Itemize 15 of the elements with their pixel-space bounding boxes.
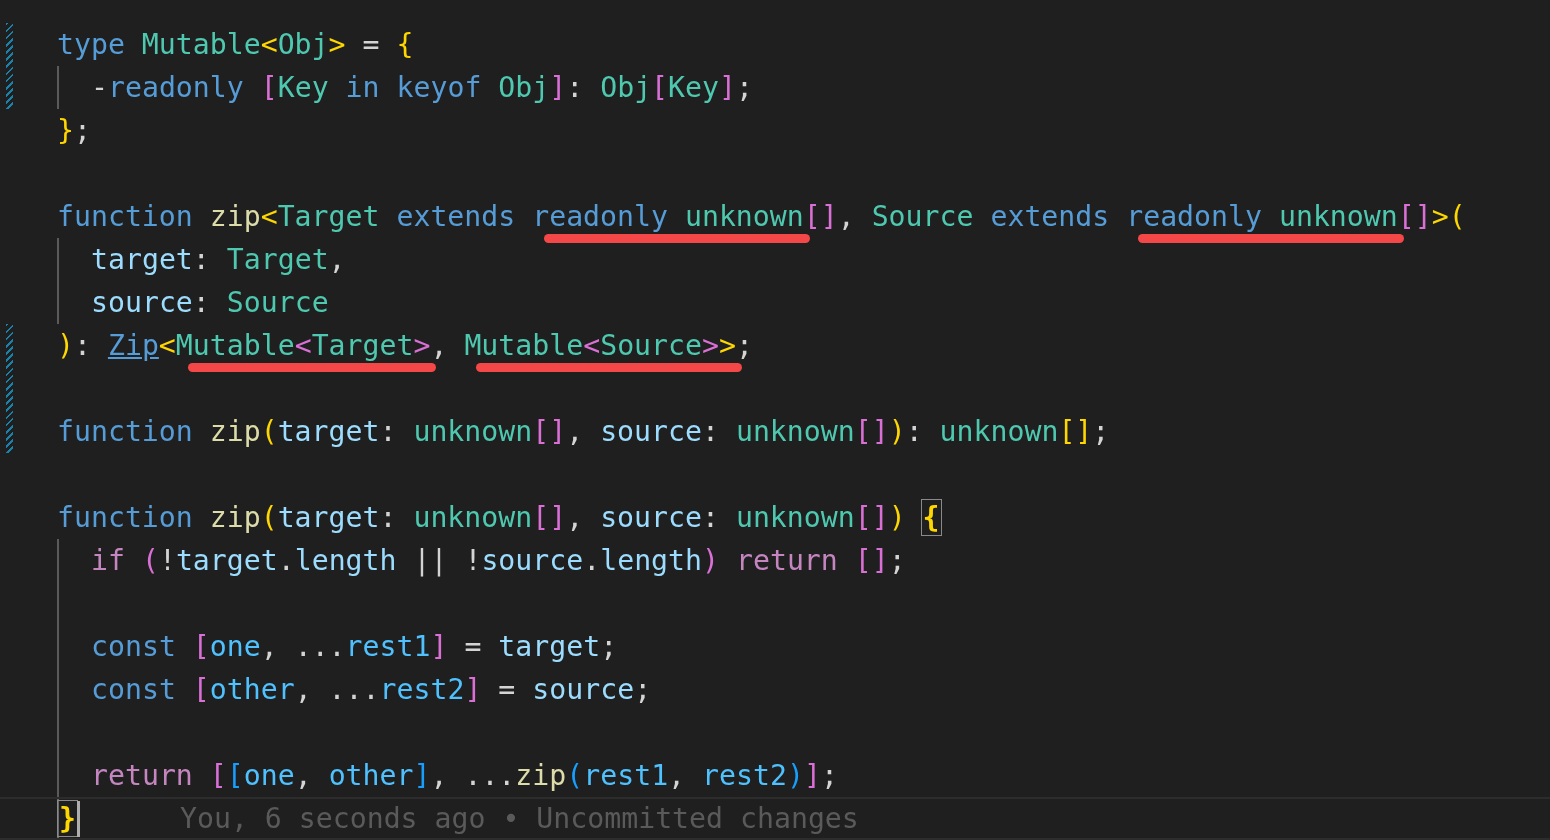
code-line: return [[one, other], ...zip(rest1, rest2)]; bbox=[91, 758, 838, 794]
code-line: ): Zip<Mutable<Target>, Mutable<Source>>; bbox=[57, 328, 753, 364]
code-line: source: Source bbox=[91, 285, 329, 321]
code-line: target: Target, bbox=[91, 242, 346, 278]
blame-annotation: You, 6 seconds ago • Uncommitted changes bbox=[180, 801, 859, 837]
code-line: function zip(target: unknown[], source: unknown[]): unknown[]; bbox=[57, 414, 1110, 450]
code-line: function zip(target: unknown[], source: unknown[]) { bbox=[57, 500, 940, 536]
code-line: const [one, ...rest1] = target; bbox=[91, 629, 618, 665]
code-line: }; bbox=[57, 113, 91, 149]
code-line: const [other, ...rest2] = source; bbox=[91, 672, 652, 708]
code-line: } bbox=[59, 801, 76, 837]
code-line: type Mutable<Obj> = { bbox=[57, 27, 414, 63]
code-line: -readonly [Key in keyof Obj]: Obj[Key]; bbox=[91, 70, 753, 106]
code-line: if (!target.length || !source.length) return []; bbox=[91, 543, 906, 579]
code-line: function zip<Target extends readonly unknown[], Source extends readonly unknown[]>( bbox=[57, 199, 1466, 235]
